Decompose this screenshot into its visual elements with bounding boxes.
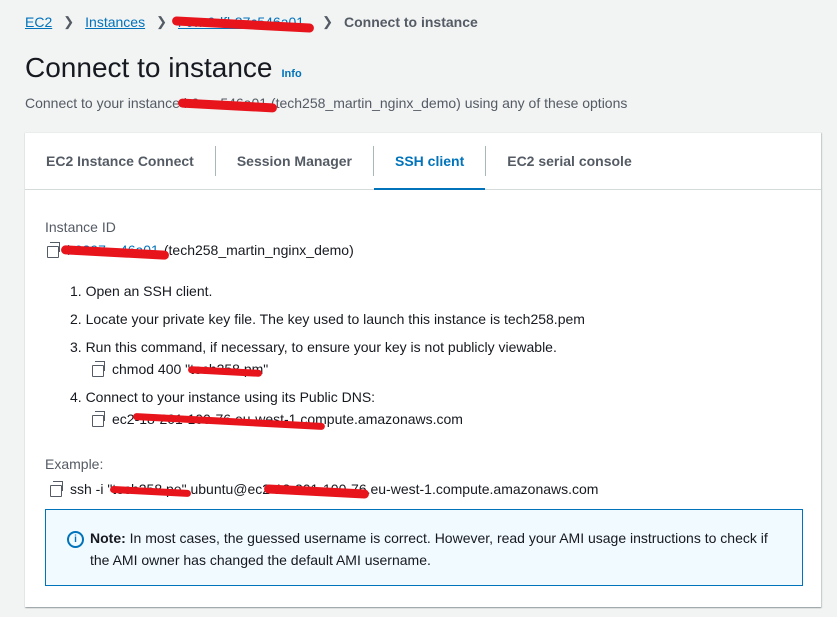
- instance-id-label: Instance ID: [45, 219, 116, 235]
- info-icon: i: [67, 531, 84, 548]
- connection-tabs: EC2 Instance Connect Session Manager SSH…: [25, 133, 821, 190]
- chmod-command: chmod 400 "t ech258.p m": [92, 360, 268, 377]
- copy-icon[interactable]: [92, 360, 105, 377]
- step-1: 1. Open an SSH client.: [70, 283, 213, 299]
- dns-redacted: 18-201-100-76.eu-west-1.co: [139, 411, 316, 427]
- step-4: 4. Connect to your instance using its Pu…: [70, 389, 376, 405]
- instance-id-link[interactable]: i-0397…46a01: [67, 242, 159, 258]
- example-key-redacted: ech258.pe: [116, 481, 182, 497]
- note-text: Note: In most cases, the guessed usernam…: [90, 527, 790, 571]
- page-title: Connect to instance: [25, 52, 273, 83]
- step-2: 2. Locate your private key file. The key…: [70, 311, 585, 327]
- breadcrumb: EC2 ❯ Instances ❯ i-0…9dfb87c546a01 ❯ Co…: [25, 12, 478, 32]
- copy-icon[interactable]: [50, 480, 63, 497]
- breadcrumb-instance-id-link[interactable]: i-0…9dfb87c546a01: [178, 14, 304, 30]
- chevron-right-icon: ❯: [63, 14, 75, 29]
- dns-suffix: mpute.amazonaws.com: [315, 411, 463, 427]
- page-subtitle: Connect to your instance i-0…c546a01 (te…: [25, 95, 627, 111]
- example-middle: " ubuntu@ec2: [181, 481, 271, 497]
- tab-session-manager[interactable]: Session Manager: [216, 133, 373, 189]
- note-alert: i Note: In most cases, the guessed usern…: [45, 509, 803, 586]
- tab-ec2-serial-console[interactable]: EC2 serial console: [486, 133, 653, 189]
- subtitle-prefix: Connect to your instance: [25, 95, 184, 111]
- chevron-right-icon: ❯: [322, 14, 333, 29]
- copy-icon[interactable]: [92, 410, 105, 427]
- note-bold: Note:: [90, 530, 126, 546]
- example-suffix: 6.eu-west-1.compute.amazonaws.com: [358, 481, 599, 497]
- breadcrumb-ec2-link[interactable]: EC2: [25, 14, 52, 30]
- tab-ec2-instance-connect[interactable]: EC2 Instance Connect: [25, 133, 215, 189]
- instance-name: (tech258_martin_nginx_demo): [163, 242, 354, 258]
- chevron-right-icon: ❯: [156, 14, 167, 29]
- breadcrumb-instances-link[interactable]: Instances: [85, 14, 145, 30]
- subtitle-suffix: (tech258_martin_nginx_demo) using any of…: [267, 95, 628, 111]
- example-label: Example:: [45, 456, 104, 472]
- connect-panel: EC2 Instance Connect Session Manager SSH…: [25, 132, 821, 607]
- step-3: 3. Run this command, if necessary, to en…: [70, 339, 557, 355]
- public-dns: ec2- 18-201-100-76.eu-west-1.co mpute.amaz…: [92, 410, 463, 427]
- tab-ssh-client[interactable]: SSH client: [373, 133, 486, 190]
- note-body: In most cases, the guessed username is c…: [90, 530, 768, 568]
- copy-icon[interactable]: [47, 241, 60, 258]
- example-host-redacted: -18-201-100-7: [270, 481, 359, 497]
- info-link[interactable]: Info: [282, 68, 302, 80]
- breadcrumb-current: Connect to instance: [344, 14, 478, 30]
- chmod-prefix: chmod 400 "t: [112, 361, 195, 377]
- page-header: Connect to instance Info: [25, 52, 302, 84]
- instance-id-row: i-0397…46a01 (tech258_martin_nginx_demo): [47, 241, 354, 258]
- subtitle-instance-id: i-0…c546a01: [183, 95, 268, 111]
- chmod-key-redacted: ech258.p: [194, 361, 252, 377]
- example-command: ssh -i "t ech258.pe " ubuntu@ec2 -18-201-10…: [50, 480, 599, 497]
